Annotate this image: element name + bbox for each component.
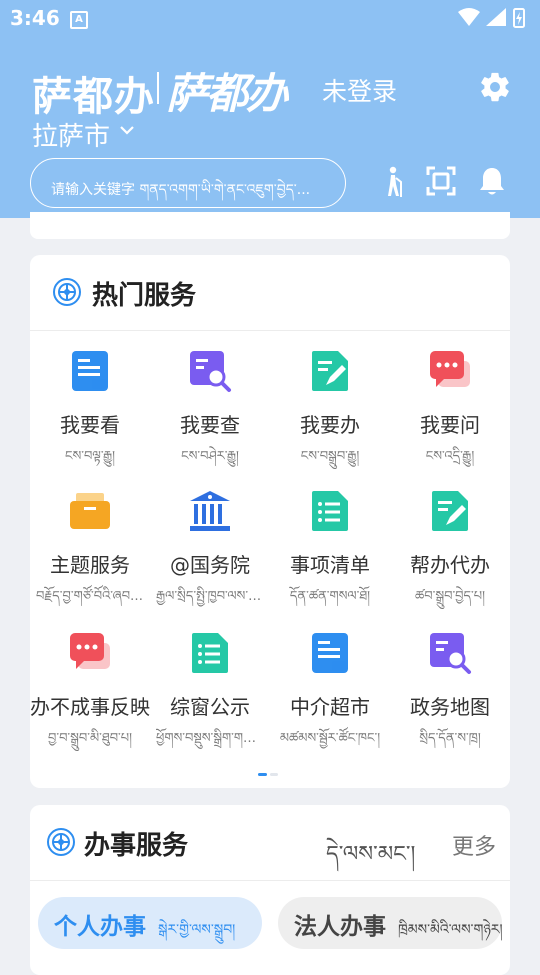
tab-label: 法人办事	[294, 914, 386, 940]
more-link[interactable]: 更多	[452, 829, 496, 861]
service-label: 我要查	[180, 413, 240, 437]
hot-services-title: 热门服务	[92, 281, 197, 311]
service-label-tibetan: ངས་བསྒྲུབ་རྒྱུ།	[300, 449, 360, 464]
service-label-tibetan: དོན་ཚན་གསལ་ཐོ།	[289, 589, 371, 604]
gear-icon[interactable]	[478, 70, 512, 104]
service-label: 我要办	[300, 413, 360, 437]
tab-label: 个人办事	[54, 914, 146, 940]
affairs-header: 办事服务 དེ་ལས་མང་། 更多	[30, 805, 510, 881]
search-input[interactable]: 请输入关键字 གནད་འགག་ཡི་གེ་ནང་འཇུག་བྱེད་...	[30, 158, 346, 208]
government-building-icon	[188, 489, 232, 533]
service-label: 我要问	[420, 413, 480, 437]
tab-personal-affairs[interactable]: 个人办事 སྒེར་གྱི་ལས་སྒྲུབ།	[38, 897, 262, 949]
signal-icon	[486, 8, 506, 26]
status-bar: 3:46 A	[0, 0, 540, 36]
brand-title: 萨都办	[32, 74, 155, 120]
service-item[interactable]: 主题服务 བརྗོད་བྱ་གཙོ་བོའི་ཞབས་ཞུ།	[30, 477, 150, 617]
page-dot	[270, 773, 278, 776]
header: 3:46 A 萨都办 萨都办 未登录 拉萨市 请输入关键字 གནད་འགག་ཡི…	[0, 0, 540, 218]
previous-card-edge	[30, 212, 510, 239]
folder-icon	[68, 489, 112, 533]
service-label-tibetan: ངས་བཤེར་རྒྱུ།	[181, 449, 239, 464]
chevron-down-icon[interactable]	[118, 121, 136, 139]
service-label-tibetan: བརྗོད་བྱ་གཙོ་བོའི་ཞབས་ཞུ།	[36, 589, 144, 604]
service-label: 帮办代办	[410, 553, 490, 577]
tab-label-tibetan: སྒེར་གྱི་ལས་སྒྲུབ།	[158, 922, 236, 938]
bell-icon[interactable]	[478, 166, 506, 198]
service-item[interactable]: 我要看 ངས་བལྟ་རྒྱུ།	[30, 337, 150, 477]
hot-services-header: 热门服务	[30, 255, 510, 331]
search-document-icon	[428, 631, 472, 675]
login-status-link[interactable]: 未登录	[322, 72, 397, 108]
service-label: 我要看	[60, 413, 120, 437]
edit-document-icon	[428, 489, 472, 533]
service-label: 主题服务	[50, 553, 130, 577]
document-list-icon	[68, 349, 112, 393]
affairs-title-tibetan: དེ་ལས་མང་།	[326, 842, 416, 867]
service-label: 事项清单	[290, 553, 370, 577]
affairs-title: 办事服务	[84, 831, 189, 861]
chat-bubble-icon	[68, 631, 112, 675]
brand-calligraphy: 萨都办	[166, 69, 288, 118]
service-label-tibetan: ངས་བལྟ་རྒྱུ།	[64, 449, 116, 464]
service-item[interactable]: 我要问 ངས་འདྲི་རྒྱུ།	[390, 337, 510, 477]
service-label-tibetan: རྒྱལ་སྲིད་སྤྱི་ཁྱབ་ལས་ཁུངས།	[156, 589, 264, 604]
tab-label-tibetan: ཁྲིམས་མིའི་ལས་གཉེར།	[398, 922, 503, 938]
service-label-tibetan: བྱ་བ་སྒྲུབ་མི་ཐུབ་པ།	[48, 731, 132, 746]
checklist-icon	[308, 489, 352, 533]
edit-document-icon	[308, 349, 352, 393]
service-label-tibetan: སྲིད་དོན་ས་ཁྲ།	[419, 731, 481, 746]
service-label: @国务院	[170, 553, 250, 577]
tab-legal-affairs[interactable]: 法人办事 ཁྲིམས་མིའི་ལས་གཉེར།	[278, 897, 503, 949]
service-label: 政务地图	[410, 695, 490, 719]
chat-bubble-icon	[428, 349, 472, 393]
city-selector[interactable]: 拉萨市	[32, 116, 110, 153]
checklist-icon	[188, 631, 232, 675]
service-item[interactable]: 办不成事反映 བྱ་བ་སྒྲུབ་མི་ཐུབ་པ།	[30, 619, 150, 759]
status-time: 3:46	[10, 6, 60, 30]
service-item[interactable]: 我要查 ངས་བཤེར་རྒྱུ།	[150, 337, 270, 477]
service-label-tibetan: མཚམས་སྦྱོར་ཚོང་ཁང་།	[279, 731, 381, 746]
service-item[interactable]: 我要办 ངས་བསྒྲུབ་རྒྱུ།	[270, 337, 390, 477]
notification-icon: A	[70, 11, 88, 29]
wifi-icon	[458, 8, 480, 26]
service-item[interactable]: 中介超市 མཚམས་སྦྱོར་ཚོང་ཁང་།	[270, 619, 390, 759]
service-item[interactable]: @国务院 རྒྱལ་སྲིད་སྤྱི་ཁྱབ་ལས་ཁུངས།	[150, 477, 270, 617]
service-label-tibetan: ཕྱོགས་བསྡུས་སྒྲིག་གསལ་བསྒྲགས།	[156, 731, 264, 746]
service-item[interactable]: 帮办代办 ཚབ་སྒྲུབ་བྱེད་པ།	[390, 477, 510, 617]
brand-divider	[157, 72, 159, 104]
service-item[interactable]: 综窗公示 ཕྱོགས་བསྡུས་སྒྲིག་གསལ་བསྒྲགས།	[150, 619, 270, 759]
service-label-tibetan: ཚབ་སྒྲུབ་བྱེད་པ།	[415, 589, 485, 604]
service-item[interactable]: 政务地图 སྲིད་དོན་ས་ཁྲ།	[390, 619, 510, 759]
service-label: 办不成事反映	[30, 695, 150, 719]
emblem-icon	[47, 828, 75, 856]
scan-icon[interactable]	[426, 166, 456, 196]
affairs-card: 办事服务 དེ་ལས་མང་། 更多 个人办事 སྒེར་གྱི་ལས་སྒྲུ…	[30, 805, 510, 975]
service-label-tibetan: ངས་འདྲི་རྒྱུ།	[425, 449, 475, 464]
service-label: 综窗公示	[170, 695, 250, 719]
document-list-icon	[308, 631, 352, 675]
search-document-icon	[188, 349, 232, 393]
elderly-mode-icon[interactable]	[383, 166, 405, 198]
service-item[interactable]: 事项清单 དོན་ཚན་གསལ་ཐོ།	[270, 477, 390, 617]
hot-services-card: 热门服务 我要看 ངས་བལྟ་རྒྱུ། 我要查 ངས་བཤེར་རྒྱུ། 我要办 ང…	[30, 255, 510, 788]
page-dot-active	[258, 773, 267, 776]
status-indicators-icon	[458, 8, 525, 28]
service-label: 中介超市	[290, 695, 370, 719]
emblem-icon	[53, 278, 81, 306]
search-placeholder: 请输入关键字 གནད་འགག་ཡི་གེ་ནང་འཇུག་བྱེད་...	[51, 182, 311, 198]
